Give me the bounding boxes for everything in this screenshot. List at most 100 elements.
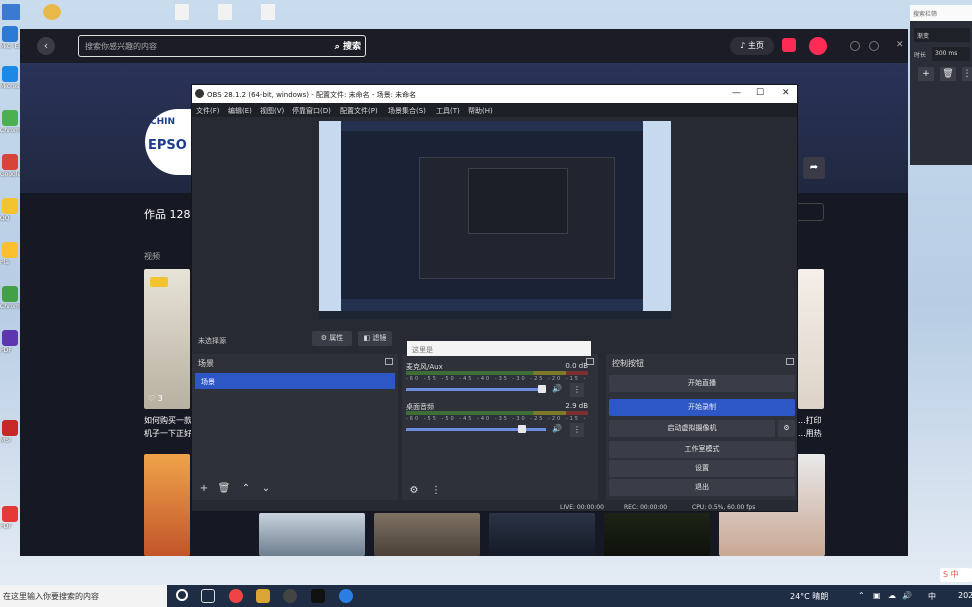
transition-select[interactable]: 渐变 — [914, 28, 970, 42]
studio-mode-button[interactable]: 工作室模式 — [609, 441, 795, 458]
app-icon[interactable] — [339, 589, 353, 603]
menu-edit[interactable]: 编辑(E) — [228, 106, 252, 116]
settings-button[interactable]: 设置 — [609, 460, 795, 477]
menu-docks[interactable]: 停靠窗口(D) — [292, 106, 331, 116]
more-icon[interactable]: ⋮ — [428, 484, 444, 498]
desktop-icon[interactable]: Chrome — [0, 110, 20, 144]
desktop-icon[interactable]: MSI — [0, 420, 20, 454]
menu-scene-collection[interactable]: 场景集合(S) — [388, 106, 426, 116]
speaker-icon[interactable]: 🔊 — [902, 591, 912, 600]
desktop-top-icon[interactable] — [218, 4, 232, 20]
popout-icon[interactable] — [385, 358, 393, 365]
tray-chevron-icon[interactable]: ⌃ — [858, 591, 865, 600]
scene-item[interactable]: 场景 — [195, 373, 395, 389]
desktop-icon[interactable]: Chrome — [0, 286, 20, 320]
menu-view[interactable]: 视图(V) — [260, 106, 284, 116]
settings-icon[interactable]: ⚙ — [406, 484, 422, 498]
obs-title-bar: OBS 28.1.2 (64-bit, windows) - 配置文件: 未命名… — [192, 85, 797, 103]
menu-tools[interactable]: 工具(T) — [436, 106, 460, 116]
virtual-camera-button[interactable]: 启动虚拟摄像机 — [609, 420, 775, 437]
more-icon[interactable]: ⋮ — [962, 67, 972, 81]
home-button[interactable]: ♪ 主页 — [730, 37, 774, 55]
minimize-icon[interactable]: — — [732, 88, 741, 98]
info-icon[interactable] — [869, 41, 879, 51]
back-icon[interactable]: ‹ — [37, 37, 55, 55]
filters-label: 滤镜 — [372, 334, 387, 342]
more-icon[interactable]: ⋮ — [570, 423, 584, 437]
video-caption[interactable]: ...用热 — [798, 428, 822, 439]
start-recording-button[interactable]: 开始录制 — [609, 399, 795, 416]
menu-help[interactable]: 帮助(H) — [468, 106, 493, 116]
video-thumbnail[interactable] — [489, 513, 595, 556]
maximize-icon[interactable]: ☐ — [756, 88, 764, 98]
close-icon[interactable]: ✕ — [782, 88, 790, 98]
logo-text: CHIN — [150, 117, 176, 127]
properties-button[interactable]: ⚙ 属性 — [312, 331, 352, 346]
clock[interactable]: 202 — [958, 591, 972, 600]
search-button[interactable]: ⌕ 搜索 — [335, 39, 361, 52]
avatar[interactable] — [809, 37, 827, 55]
start-streaming-button[interactable]: 开始直播 — [609, 375, 795, 392]
folder-icon[interactable] — [256, 589, 270, 603]
desktop-icon[interactable]: Micros Edge — [0, 66, 20, 100]
more-icon[interactable]: ⋮ — [570, 383, 584, 397]
move-up-icon[interactable]: ⌃ — [238, 482, 254, 496]
desktop-icon[interactable]: Google — [0, 154, 20, 188]
search-input[interactable]: 搜索你感兴趣的内容 — [85, 41, 157, 52]
taskbar-search[interactable]: 在这里输入你要搜索的内容 — [0, 585, 167, 607]
video-caption[interactable]: 如何购买一款 — [144, 415, 192, 426]
browser-close-icon[interactable]: ✕ — [896, 40, 904, 50]
weather[interactable]: 24°C 晴朗 — [790, 591, 828, 602]
volume-slider-handle[interactable] — [537, 385, 546, 393]
video-thumbnail[interactable] — [374, 513, 480, 556]
video-caption[interactable]: 机子一下正好 — [144, 428, 192, 439]
desktop-icon[interactable]: QQ — [0, 198, 20, 232]
speaker-icon[interactable]: 🔊 — [552, 384, 562, 393]
notification-icon[interactable] — [850, 41, 860, 51]
desktop-icon[interactable]: Pla — [0, 242, 20, 276]
trash-icon[interactable]: 🗑 — [216, 482, 232, 496]
menu-file[interactable]: 文件(F) — [196, 106, 220, 116]
duration-input[interactable]: 300 ms — [932, 47, 970, 61]
desktop-icon[interactable]: PDF — [0, 506, 20, 540]
tiktok-icon[interactable] — [311, 589, 325, 603]
trash-icon[interactable]: 🗑 — [940, 67, 956, 81]
search-box[interactable]: 搜索你感兴趣的内容 ⌕ 搜索 — [78, 35, 366, 57]
desktop-top-icon[interactable] — [43, 4, 61, 20]
start-icon[interactable] — [176, 589, 188, 601]
move-down-icon[interactable]: ⌄ — [258, 482, 274, 496]
video-caption[interactable]: ...打印 — [798, 415, 822, 426]
video-thumbnail[interactable] — [259, 513, 365, 556]
filters-button[interactable]: ◧ 滤镜 — [358, 331, 392, 346]
task-view-icon[interactable] — [201, 589, 215, 603]
video-thumbnail[interactable] — [144, 454, 190, 556]
video-thumbnail[interactable] — [604, 513, 710, 556]
add-icon[interactable]: + — [918, 67, 934, 81]
desktop-top-icon[interactable] — [2, 4, 20, 20]
ime-indicator[interactable]: S 中 — [940, 568, 972, 582]
obs-icon[interactable] — [283, 589, 297, 603]
exit-button[interactable]: 退出 — [609, 479, 795, 496]
speaker-icon[interactable]: 🔊 — [552, 424, 562, 433]
desktop-icon[interactable]: Micr Edge — [0, 26, 20, 60]
language-indicator[interactable]: 中 — [928, 591, 936, 602]
menu-profile[interactable]: 配置文件(P) — [340, 106, 378, 116]
gear-icon[interactable]: ⚙ — [778, 420, 795, 437]
tray-icon[interactable]: ☁ — [888, 591, 896, 600]
volume-slider-handle[interactable] — [518, 425, 527, 433]
popout-icon[interactable] — [786, 358, 794, 365]
tooltip-box: 这里是 — [407, 341, 591, 356]
desktop-top-icon[interactable] — [175, 4, 189, 20]
chrome-icon[interactable] — [229, 589, 243, 603]
tray-icon[interactable]: ▣ — [873, 591, 881, 600]
volume-slider[interactable] — [406, 388, 546, 391]
video-thumbnail[interactable] — [798, 269, 824, 409]
obs-preview[interactable] — [319, 121, 671, 319]
desktop-icon[interactable]: PDF — [0, 330, 20, 364]
video-thumbnail[interactable]: ♡ 3 — [144, 269, 190, 409]
camera-icon[interactable] — [782, 38, 796, 52]
video-tab[interactable]: 视频 — [144, 251, 160, 262]
desktop-top-icon[interactable] — [261, 4, 275, 20]
share-icon[interactable]: ➦ — [803, 157, 825, 179]
add-scene-icon[interactable]: + — [196, 482, 212, 496]
